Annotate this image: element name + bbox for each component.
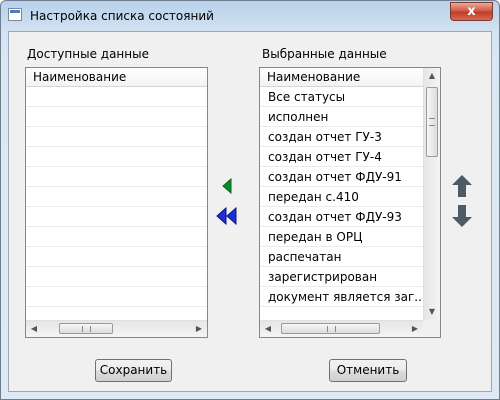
window-icon <box>8 8 22 21</box>
empty-row <box>26 127 207 147</box>
empty-row <box>26 147 207 167</box>
list-item[interactable]: передан с.410 <box>260 187 423 207</box>
list-item-label: создан отчет ГУ-4 <box>268 150 382 164</box>
list-item[interactable]: создан отчет ГУ-3 <box>260 127 423 147</box>
selected-hscroll-thumb[interactable] <box>281 323 380 334</box>
arrow-up-icon <box>452 175 472 197</box>
available-data-list[interactable]: Наименование ◀ ▶ <box>25 67 208 338</box>
list-item[interactable]: создан отчет ФДУ-91 <box>260 167 423 187</box>
scroll-down-icon[interactable]: ▼ <box>424 304 440 320</box>
empty-row <box>26 287 207 307</box>
selected-data-list[interactable]: Наименование Все статусы исполнен создан о… <box>259 67 441 338</box>
move-up-button[interactable] <box>451 174 473 198</box>
available-horizontal-scrollbar[interactable]: ◀ ▶ <box>26 320 207 337</box>
empty-row <box>26 247 207 267</box>
scroll-left-icon[interactable]: ◀ <box>26 321 42 337</box>
scroll-corner <box>423 320 440 337</box>
dialog-content: Доступные данные Наименование ◀ ▶ Выбран… <box>8 31 492 392</box>
close-button[interactable]: x <box>450 2 493 21</box>
blue-double-left-arrow-icon <box>216 206 237 226</box>
empty-row <box>26 107 207 127</box>
title-bar[interactable]: Настройка списка состояний x <box>1 1 499 31</box>
selected-horizontal-scrollbar[interactable]: ◀ ▶ <box>260 320 423 337</box>
list-item-label: создан отчет ГУ-3 <box>268 130 382 144</box>
available-column-header-label: Наименование <box>33 70 127 84</box>
save-button[interactable]: Сохранить <box>95 359 172 382</box>
list-item[interactable]: документ является заг... <box>260 287 426 307</box>
green-left-arrow-icon <box>222 177 232 195</box>
close-icon: x <box>467 4 476 19</box>
available-data-label: Доступные данные <box>27 47 149 61</box>
dialog-window: Настройка списка состояний x Доступные д… <box>0 0 500 400</box>
available-column-header[interactable]: Наименование <box>26 68 207 87</box>
selected-vscroll-thumb[interactable] <box>426 87 438 157</box>
list-item-label: распечатан <box>268 250 342 264</box>
list-item[interactable]: зарегистрирован <box>260 267 423 287</box>
scroll-up-icon[interactable]: ▲ <box>424 68 440 84</box>
empty-row <box>26 267 207 287</box>
list-item-label: исполнен <box>268 110 329 124</box>
list-item-label: создан отчет ФДУ-91 <box>268 170 402 184</box>
list-item[interactable]: создан отчет ГУ-4 <box>260 147 423 167</box>
list-item-label: зарегистрирован <box>268 270 378 284</box>
move-left-button[interactable] <box>221 177 233 195</box>
selected-column-header-label: Наименование <box>267 70 361 84</box>
scroll-right-icon[interactable]: ▶ <box>191 321 207 337</box>
window-title: Настройка списка состояний <box>30 9 214 23</box>
list-item-label: документ является заг... <box>268 290 426 304</box>
list-item[interactable]: передан в ОРЦ <box>260 227 423 247</box>
list-item-label: Все статусы <box>268 90 346 104</box>
cancel-button[interactable]: Отменить <box>329 359 407 382</box>
scroll-right-icon[interactable]: ▶ <box>407 321 423 337</box>
list-item-label: передан в ОРЦ <box>268 230 363 244</box>
arrow-down-icon <box>452 205 472 227</box>
available-scroll-thumb[interactable] <box>59 323 113 334</box>
selected-vertical-scrollbar[interactable]: ▲ ▼ <box>423 68 440 320</box>
list-item-label: создан отчет ФДУ-93 <box>268 210 402 224</box>
scroll-left-icon[interactable]: ◀ <box>260 321 276 337</box>
empty-row <box>26 167 207 187</box>
selected-data-label: Выбранные данные <box>262 47 387 61</box>
list-item-label: передан с.410 <box>268 190 359 204</box>
list-item[interactable]: Все статусы <box>260 87 423 107</box>
list-item[interactable]: исполнен <box>260 107 423 127</box>
move-all-left-button[interactable] <box>216 206 238 226</box>
empty-row <box>26 227 207 247</box>
list-item[interactable]: создан отчет ФДУ-93 <box>260 207 423 227</box>
empty-row <box>26 87 207 107</box>
empty-row <box>26 207 207 227</box>
list-item[interactable]: распечатан <box>260 247 423 267</box>
move-down-button[interactable] <box>451 204 473 228</box>
empty-row <box>26 187 207 207</box>
selected-column-header[interactable]: Наименование <box>260 68 423 87</box>
